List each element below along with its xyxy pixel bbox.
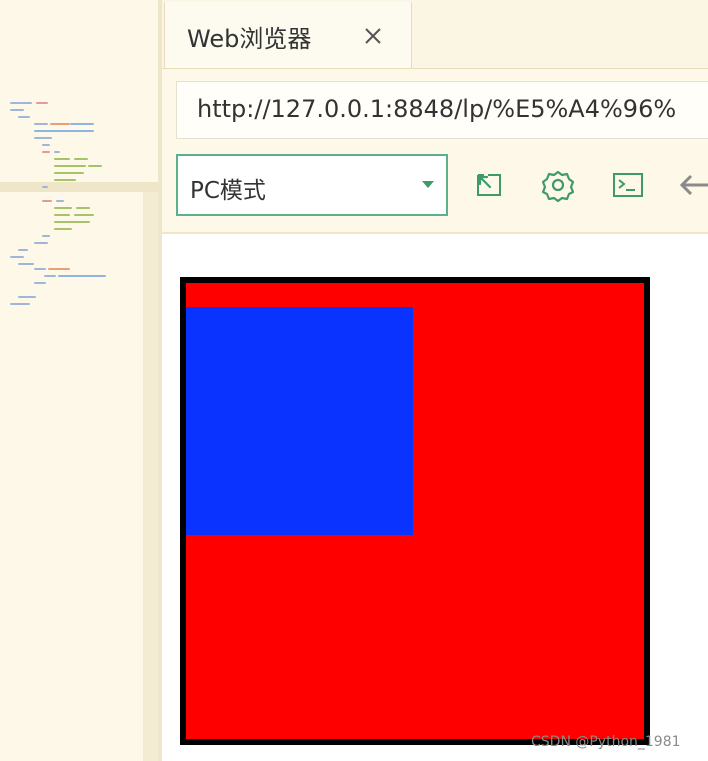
minimap-code-line	[74, 214, 94, 216]
tab-web-browser[interactable]: Web浏览器	[164, 2, 412, 68]
app-window: Web浏览器 http://127.0.0.1:8848/lp/%E5%A4%9…	[0, 0, 708, 761]
url-input[interactable]: http://127.0.0.1:8848/lp/%E5%A4%96%	[197, 95, 676, 123]
minimap-code-line	[74, 158, 88, 160]
browser-toolbar: http://127.0.0.1:8848/lp/%E5%A4%96% PC模式	[162, 69, 708, 234]
minimap-code-line	[34, 268, 46, 270]
popout-icon[interactable]	[470, 165, 510, 205]
minimap-code-line	[58, 275, 106, 277]
minimap-code-line	[34, 282, 46, 284]
tab-bar: Web浏览器	[162, 0, 708, 69]
minimap-code-line	[42, 235, 50, 237]
minimap-code-line	[44, 275, 56, 277]
minimap-code-line	[88, 165, 102, 167]
minimap-scrollbar[interactable]	[143, 192, 158, 761]
minimap-code-line	[18, 116, 30, 118]
minimap-code-line	[36, 102, 48, 104]
minimap-code-line	[54, 228, 72, 230]
minimap-code-line	[56, 200, 64, 202]
console-icon[interactable]	[608, 165, 648, 205]
back-arrow-icon[interactable]	[676, 165, 708, 205]
minimap-code-line	[18, 249, 28, 251]
minimap-code-line	[34, 242, 48, 244]
minimap-code-line	[54, 151, 60, 153]
minimap-code-line	[54, 165, 86, 167]
close-icon[interactable]	[361, 24, 385, 48]
minimap-code-line	[42, 151, 50, 153]
minimap-code-line	[54, 158, 70, 160]
minimap-code-line	[54, 179, 76, 181]
minimap-code-line	[54, 172, 84, 174]
settings-gear-icon[interactable]	[538, 165, 578, 205]
device-mode-value: PC模式	[190, 178, 266, 204]
minimap-code-line	[76, 207, 90, 209]
minimap-code-line	[18, 296, 36, 298]
outer-red-box	[180, 277, 650, 745]
minimap-code-line	[50, 123, 70, 125]
minimap-code-line	[42, 186, 48, 188]
minimap-code-line	[42, 144, 50, 146]
minimap-code-line	[10, 256, 24, 258]
minimap-code-line	[48, 268, 70, 270]
watermark-text: CSDN @Python_1981	[531, 734, 681, 750]
code-minimap[interactable]	[0, 0, 160, 761]
minimap-code-line	[10, 303, 30, 305]
device-mode-select[interactable]: PC模式	[176, 154, 448, 216]
minimap-code-line	[42, 200, 52, 202]
minimap-code-line	[10, 102, 32, 104]
minimap-code-line	[34, 130, 94, 132]
minimap-code-line	[54, 207, 72, 209]
inner-blue-box	[186, 307, 413, 535]
page-viewport	[162, 234, 708, 761]
chevron-down-icon	[422, 181, 434, 188]
address-bar[interactable]: http://127.0.0.1:8848/lp/%E5%A4%96%	[176, 81, 708, 139]
minimap-divider	[0, 182, 160, 192]
minimap-code-line	[18, 263, 34, 265]
tab-title: Web浏览器	[187, 25, 312, 53]
minimap-code-line	[70, 123, 94, 125]
minimap-code-line	[54, 214, 70, 216]
minimap-code-line	[54, 221, 90, 223]
minimap-code-line	[34, 123, 48, 125]
minimap-code-line	[10, 109, 24, 111]
minimap-code-line	[34, 137, 52, 139]
web-browser-panel: Web浏览器 http://127.0.0.1:8848/lp/%E5%A4%9…	[162, 0, 708, 761]
